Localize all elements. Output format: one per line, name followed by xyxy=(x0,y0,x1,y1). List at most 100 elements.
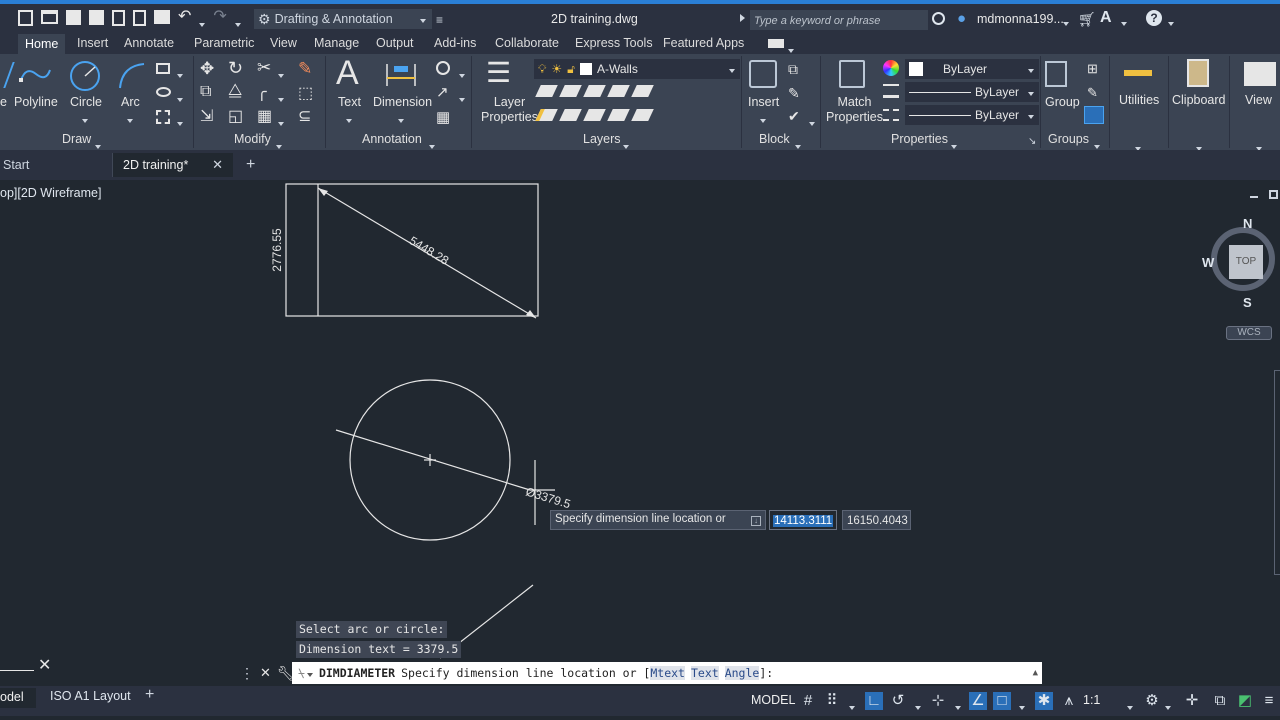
command-close-icon[interactable]: ✕ xyxy=(260,665,271,681)
polyline-button[interactable]: Polyline xyxy=(14,95,58,109)
arc-button[interactable]: Arc xyxy=(121,95,140,109)
arc-dropdown-icon[interactable] xyxy=(127,112,133,126)
new-file-icon[interactable] xyxy=(18,10,33,26)
linetype-icon[interactable] xyxy=(883,109,899,121)
isolate-objects-icon[interactable]: ⧉ xyxy=(1211,692,1229,710)
save-icon[interactable] xyxy=(66,10,81,25)
undo-icon[interactable]: ↶ xyxy=(178,9,191,30)
object-snap-dropdown-icon[interactable] xyxy=(1019,699,1025,713)
utilities-panel[interactable]: Utilities xyxy=(1110,54,1168,151)
color-dropdown[interactable]: ByLayer xyxy=(905,59,1039,79)
multileader-icon[interactable]: ↗ xyxy=(436,83,449,101)
match-properties-icon[interactable] xyxy=(839,60,865,88)
user-icon[interactable]: ● xyxy=(957,10,971,27)
match-properties-button[interactable]: Match Properties xyxy=(826,95,883,125)
open-web-icon[interactable] xyxy=(112,10,125,26)
group-edit-icon[interactable]: ✎ xyxy=(1087,85,1098,101)
autoscale-icon[interactable]: ⩚ xyxy=(1060,692,1078,710)
linetype-dropdown[interactable]: ByLayer xyxy=(905,82,1039,102)
layer-unisolate-icon[interactable] xyxy=(535,109,558,121)
line-icon[interactable] xyxy=(0,62,15,88)
annotation-scale[interactable]: 1:1 xyxy=(1083,693,1100,707)
array-dropdown-icon[interactable] xyxy=(278,115,284,129)
layer-current-icon[interactable] xyxy=(631,109,654,121)
layer-freeze-tool-icon[interactable] xyxy=(583,85,606,97)
text-dropdown-icon[interactable] xyxy=(346,112,352,126)
layer-properties-icon[interactable]: ☰ xyxy=(486,59,511,87)
viewcube-top-face[interactable]: TOP xyxy=(1229,245,1263,279)
redo-icon[interactable]: ↷ xyxy=(213,9,226,30)
search-expand-icon[interactable] xyxy=(740,14,745,22)
scale-dropdown-icon[interactable] xyxy=(1127,699,1133,713)
layout-tab-model[interactable]: odel xyxy=(0,688,36,708)
customization-icon[interactable]: ≡ xyxy=(1260,692,1278,710)
viewcube-south[interactable]: S xyxy=(1243,295,1252,310)
cart-icon[interactable]: 🛒︎ xyxy=(1078,11,1096,28)
user-name[interactable]: mdmonna199... xyxy=(977,12,1064,26)
tab-express-tools[interactable]: Express Tools xyxy=(575,36,653,50)
group-button[interactable]: Group xyxy=(1045,95,1080,109)
layers-panel-title[interactable]: Layers xyxy=(583,132,621,146)
layer-isolate-icon[interactable] xyxy=(559,85,582,97)
ortho-icon[interactable]: ∟ xyxy=(865,692,883,710)
insert-dropdown-icon[interactable] xyxy=(760,112,766,126)
tab-collaborate[interactable]: Collaborate xyxy=(495,36,559,50)
workspace-gear-icon[interactable]: ⚙ xyxy=(1143,692,1161,710)
tab-view[interactable]: View xyxy=(270,36,297,50)
edit-attributes-icon[interactable]: ✔ xyxy=(788,108,800,125)
dimension-icon[interactable] xyxy=(384,60,418,90)
groups-panel-title[interactable]: Groups xyxy=(1048,132,1089,146)
circle-button[interactable]: Circle xyxy=(70,95,102,109)
undo-dropdown-icon[interactable] xyxy=(199,16,206,30)
save-as-icon[interactable] xyxy=(89,10,104,25)
polar-dropdown-icon[interactable] xyxy=(915,699,921,713)
view-panel[interactable]: View xyxy=(1230,54,1280,151)
group-selection-icon[interactable] xyxy=(1084,106,1104,124)
command-option-mtext[interactable]: Mtext xyxy=(650,666,685,680)
object-snap-icon[interactable]: □ xyxy=(993,692,1011,710)
create-block-icon[interactable]: ⧉ xyxy=(788,61,798,78)
block-panel-title[interactable]: Block xyxy=(759,132,790,146)
plot-icon[interactable] xyxy=(154,10,170,24)
edit-block-icon[interactable]: ✎ xyxy=(788,85,800,102)
command-line-input[interactable]: ⍀ DIMDIAMETER Specify dimension line loc… xyxy=(292,662,1042,684)
lineweight-dropdown[interactable]: ByLayer xyxy=(905,105,1039,125)
leader-dropdown-icon[interactable] xyxy=(459,67,465,81)
color-wheel-icon[interactable] xyxy=(883,60,899,76)
help-icon[interactable]: ? xyxy=(1146,10,1162,26)
hatch-icon[interactable] xyxy=(156,87,171,97)
dimension-dropdown-icon[interactable] xyxy=(398,112,404,126)
hardware-acceleration-icon[interactable]: ◩ xyxy=(1236,692,1254,710)
doc-tab-start[interactable]: Start xyxy=(0,153,113,177)
explode-icon[interactable]: ⬚ xyxy=(298,83,313,103)
draw-panel-title[interactable]: Draw xyxy=(62,132,91,146)
move-icon[interactable]: ✥ xyxy=(200,59,214,79)
tab-manage[interactable]: Manage xyxy=(314,36,359,50)
user-dropdown-icon[interactable] xyxy=(1063,15,1069,29)
tab-output[interactable]: Output xyxy=(376,36,414,50)
app-dropdown-icon[interactable] xyxy=(1121,15,1127,29)
command-history-toggle-icon[interactable]: ▲ xyxy=(1033,668,1038,678)
redo-dropdown-icon[interactable] xyxy=(234,16,241,30)
workspace-dropdown-icon[interactable] xyxy=(1165,699,1171,713)
grid-icon[interactable]: # xyxy=(799,692,817,710)
edit-attributes-dropdown-icon[interactable] xyxy=(809,115,815,129)
model-space-toggle[interactable]: MODEL xyxy=(751,693,795,707)
annotation-monitor-icon[interactable]: ✛ xyxy=(1183,692,1201,710)
tab-parametric[interactable]: Parametric xyxy=(194,36,254,50)
drawing-canvas[interactable]: op][2D Wireframe] 2776.55 5448.28 Ø3379.… xyxy=(0,180,1280,685)
viewcube-west[interactable]: W xyxy=(1202,255,1214,270)
group-icon[interactable] xyxy=(1045,61,1067,87)
fillet-icon[interactable]: ╭ xyxy=(257,82,267,102)
fillet-dropdown-icon[interactable] xyxy=(278,91,284,105)
close-tab-icon[interactable]: ✕ xyxy=(212,158,223,172)
dimension-button[interactable]: Dimension xyxy=(373,95,432,109)
layer-properties-button[interactable]: Layer Properties xyxy=(481,95,538,125)
autodesk-app-icon[interactable]: A xyxy=(1100,9,1112,27)
erase-icon[interactable]: ✎ xyxy=(298,59,312,79)
multileader-dropdown-icon[interactable] xyxy=(459,91,465,105)
layout-tab-iso-a1[interactable]: ISO A1 Layout xyxy=(50,689,131,703)
viewcube-north[interactable]: N xyxy=(1243,216,1252,231)
hatch-dropdown-icon[interactable] xyxy=(177,91,183,105)
leader-icon[interactable] xyxy=(436,61,450,75)
